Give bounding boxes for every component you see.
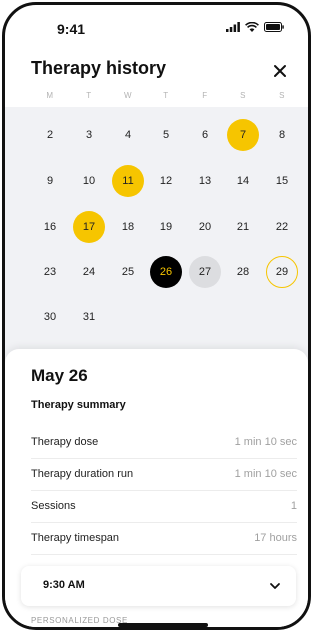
chevron-down-icon [270,583,280,589]
calendar-day[interactable]: 4 [112,119,144,151]
calendar-day[interactable]: 10 [73,165,105,197]
calendar-day[interactable]: 8 [266,119,298,151]
calendar-day[interactable]: 5 [150,119,182,151]
calendar-day[interactable]: 16 [34,211,66,243]
calendar-day[interactable]: 9 [34,165,66,197]
calendar-day[interactable]: 28 [227,256,259,288]
row-label: Therapy dose [31,436,99,448]
summary-row-sessions: Sessions 1 [31,490,297,523]
calendar-day[interactable]: 15 [266,165,298,197]
calendar-day[interactable]: 7 [227,119,259,151]
selected-date: May 26 [31,366,88,385]
summary-row-dose: Therapy dose 1 min 10 sec [31,426,297,459]
calendar-day[interactable]: 11 [112,165,144,197]
status-time: 9:41 [57,21,86,37]
calendar-day[interactable]: 3 [73,119,105,151]
calendar-day[interactable]: 21 [227,211,259,243]
calendar-day[interactable]: 13 [189,165,221,197]
calendar-day[interactable]: 6 [189,119,221,151]
calendar-day[interactable]: 29 [266,256,298,288]
calendar-day[interactable]: 30 [34,301,66,333]
summary-heading: Therapy summary [31,399,126,411]
calendar-day[interactable]: 18 [112,211,144,243]
weekday-label: S [279,91,285,100]
calendar-day[interactable]: 2 [34,119,66,151]
calendar-day[interactable]: 19 [150,211,182,243]
calendar-day[interactable]: 12 [150,165,182,197]
weekday-label: T [86,91,92,100]
phone-frame: 9:41 Therapy history MTWTFSS 2345678 9 1… [2,2,311,630]
row-label: Therapy duration run [31,468,134,480]
signal-icon [226,22,240,32]
wifi-icon [245,22,259,32]
home-indicator[interactable] [118,623,208,627]
row-value: 17 hours [254,532,297,544]
calendar-day[interactable]: 31 [73,301,105,333]
session-time: 9:30 AM [43,579,85,591]
status-bar: 9:41 [5,5,308,49]
calendar-day[interactable]: 24 [73,256,105,288]
battery-icon [264,22,284,32]
close-icon[interactable] [270,61,290,81]
calendar-day[interactable]: 23 [34,256,66,288]
calendar-day[interactable]: 22 [266,211,298,243]
calendar-day[interactable]: 27 [189,256,221,288]
weekday-header: MTWTFSS [5,91,308,107]
calendar-grid: 2 3 4 5 6 7 8 9 10 11 12 13 14 15 16 17 18 19 20 21 22 23 24 25… [5,107,308,372]
row-value: 1 [290,500,297,512]
weekday-label: S [240,91,246,100]
weekday-label: F [202,91,208,100]
session-dropdown[interactable]: 9:30 AM [21,566,296,606]
calendar-day[interactable]: 20 [189,211,221,243]
weekday-label: M [46,91,54,100]
calendar-day[interactable]: 25 [112,256,144,288]
row-label: Therapy timespan [31,532,120,544]
summary-row-duration: Therapy duration run 1 min 10 sec [31,458,297,491]
weekday-label: W [123,91,133,100]
calendar-day[interactable]: 14 [227,165,259,197]
status-icons [226,22,284,32]
row-label: Sessions [31,500,76,512]
calendar-day[interactable]: 17 [73,211,105,243]
summary-row-timespan: Therapy timespan 17 hours [31,522,297,555]
section-label-personalized-dose: PERSONALIZED DOSE [31,616,128,625]
calendar-day[interactable]: 26 [150,256,182,288]
weekday-label: T [163,91,169,100]
row-value: 1 min 10 sec [234,468,297,480]
page-title: Therapy history [31,58,167,78]
row-value: 1 min 10 sec [234,436,297,448]
